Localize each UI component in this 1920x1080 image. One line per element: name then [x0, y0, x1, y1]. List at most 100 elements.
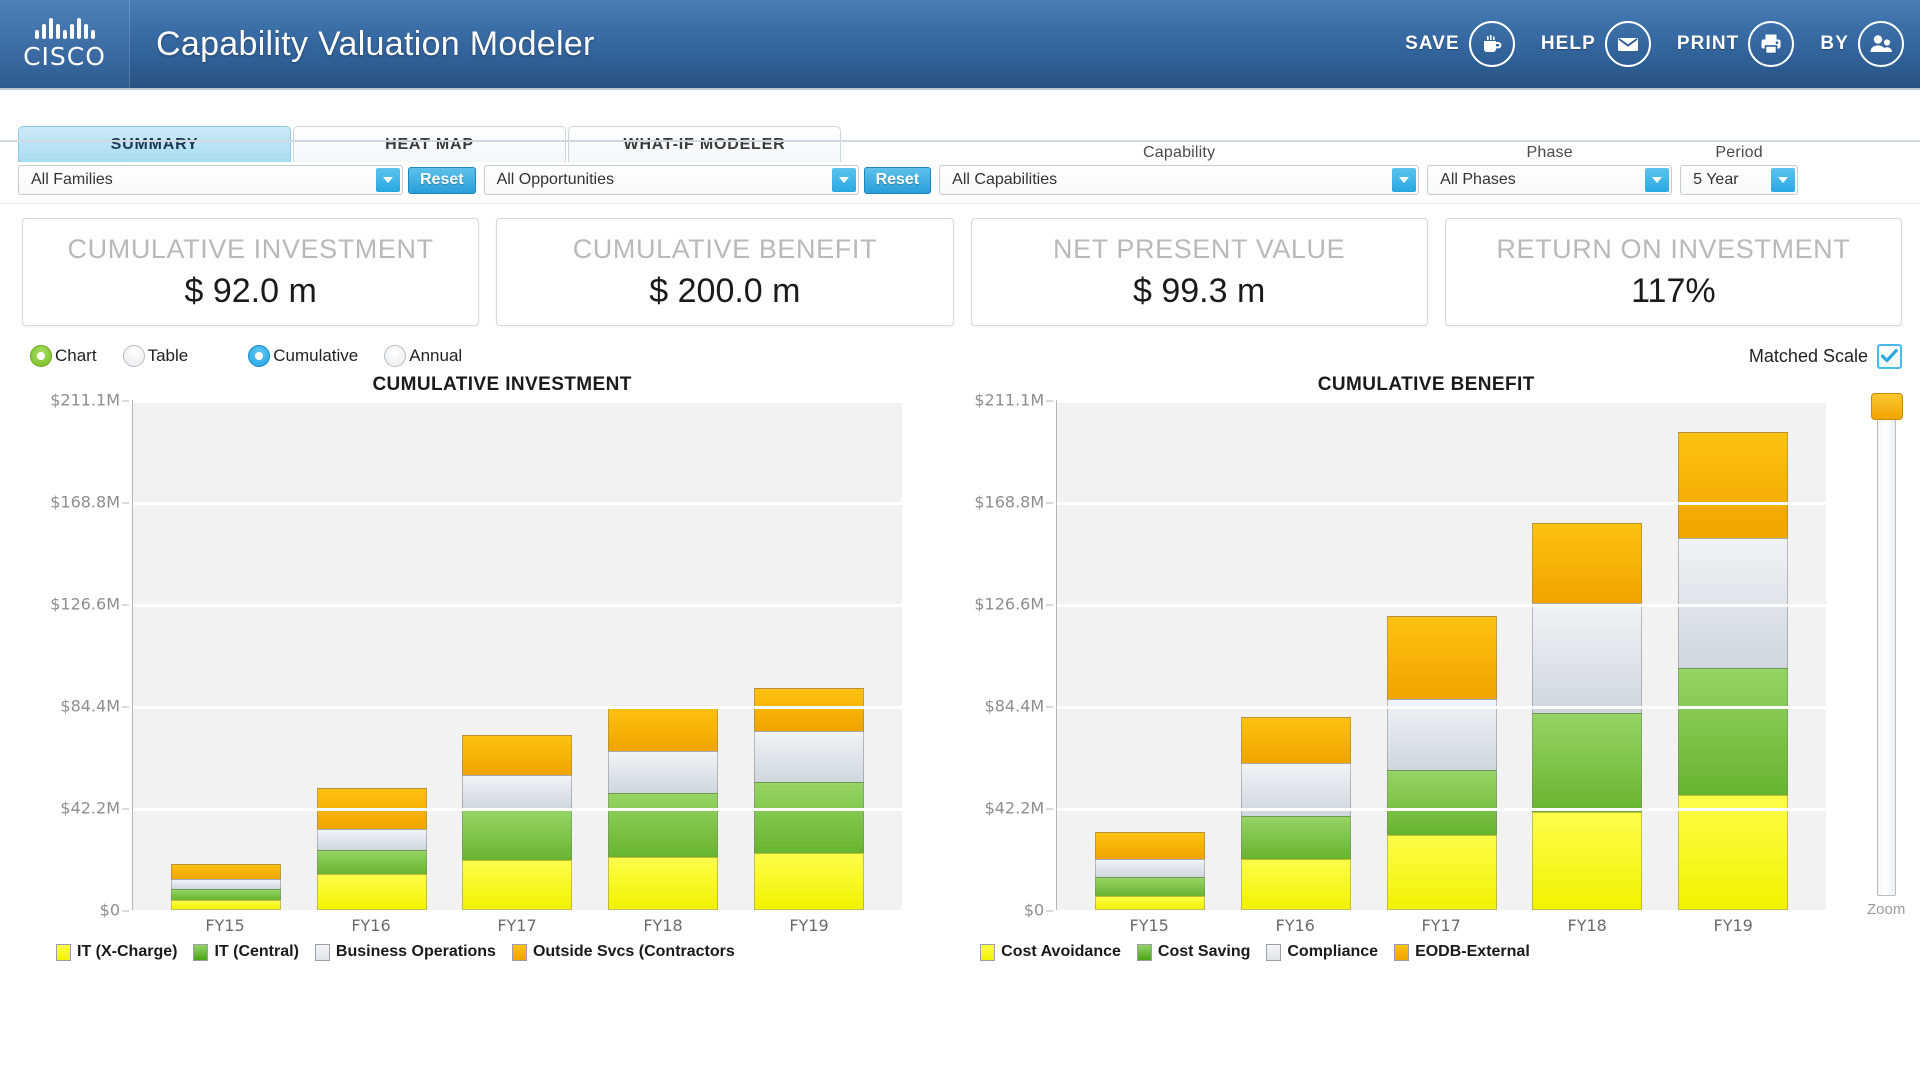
x-axis-tick: FY15 — [1129, 916, 1169, 935]
legend-item[interactable]: Cost Saving — [1136, 943, 1250, 961]
radio-annual-indicator[interactable] — [384, 345, 407, 367]
bar-segment[interactable] — [1095, 859, 1206, 878]
opportunity-select[interactable]: All Opportunities — [483, 165, 859, 195]
radio-cumulative-indicator[interactable] — [248, 345, 271, 367]
bar-column[interactable] — [1240, 716, 1351, 910]
bar-column[interactable] — [170, 864, 281, 910]
print-button[interactable]: PRINT — [1677, 21, 1795, 67]
bar-segment[interactable] — [316, 829, 427, 850]
bar-segment[interactable] — [1532, 812, 1643, 910]
bar-segment[interactable] — [1240, 815, 1351, 860]
radio-chart-indicator[interactable] — [30, 345, 52, 367]
bar-segment[interactable] — [1532, 603, 1643, 714]
chevron-down-icon[interactable] — [376, 168, 400, 192]
bar-segment[interactable] — [1095, 895, 1206, 910]
chevron-down-icon[interactable] — [1771, 168, 1796, 192]
legend-item[interactable]: IT (X-Charge) — [56, 943, 177, 961]
bar-segment[interactable] — [462, 774, 573, 810]
header-brand: CISCO Capability Valuation Modeler — [0, 0, 595, 88]
legend-item[interactable]: Business Operations — [314, 943, 496, 961]
legend-item[interactable]: Outside Svcs (Contractors — [511, 943, 735, 961]
legend-label: IT (X-Charge) — [77, 943, 178, 960]
zoom-slider-thumb[interactable] — [1870, 393, 1903, 420]
bar-segment[interactable] — [316, 849, 427, 874]
bar-segment[interactable] — [1386, 835, 1497, 910]
legend-swatch — [1394, 943, 1410, 961]
bar-segment[interactable] — [170, 889, 281, 901]
bar-segment[interactable] — [608, 707, 719, 751]
bar-segment[interactable] — [608, 792, 719, 857]
radio-table-indicator[interactable] — [122, 345, 145, 367]
legend-item[interactable]: Cost Avoidance — [980, 943, 1121, 961]
zoom-slider-control[interactable]: Zoom — [1858, 374, 1914, 961]
bar-segment[interactable] — [1095, 877, 1206, 896]
bar-segment[interactable] — [1678, 431, 1789, 538]
bar-segment[interactable] — [1386, 616, 1497, 699]
kpi-title: NET PRESENT VALUE — [1052, 233, 1346, 264]
matched-scale-control[interactable]: Matched Scale — [1749, 343, 1902, 369]
bar-segment[interactable] — [1240, 716, 1351, 763]
bar-segment[interactable] — [170, 878, 281, 890]
radio-chart[interactable]: Chart — [30, 345, 97, 367]
kpi-value: 117% — [1631, 271, 1716, 310]
bar-segment[interactable] — [1532, 523, 1643, 604]
save-button[interactable]: SAVE — [1405, 21, 1515, 67]
bar-segment[interactable] — [1678, 668, 1789, 796]
tab-heat-map[interactable]: HEAT MAP — [293, 126, 566, 162]
bar-column[interactable] — [1532, 523, 1643, 910]
bar-segment[interactable] — [608, 750, 719, 793]
bar-segment[interactable] — [170, 900, 281, 910]
by-user-button[interactable]: BY — [1820, 21, 1904, 67]
radio-cumulative[interactable]: Cumulative — [248, 345, 358, 367]
bar-segment[interactable] — [316, 873, 427, 910]
bar-column[interactable] — [316, 788, 427, 910]
x-axis-tick: FY16 — [1275, 916, 1315, 935]
bar-segment[interactable] — [170, 864, 281, 879]
charts-area: CUMULATIVE INVESTMENT $211.1M $168.8M $126… — [0, 374, 1920, 961]
bar-column[interactable] — [754, 687, 865, 910]
matched-scale-checkbox[interactable] — [1877, 343, 1902, 369]
bar-segment[interactable] — [608, 856, 719, 910]
radio-annual[interactable]: Annual — [384, 345, 462, 367]
bar-column[interactable] — [1095, 831, 1206, 910]
bar-segment[interactable] — [1095, 831, 1206, 860]
bar-segment[interactable] — [1240, 859, 1351, 910]
bar-column[interactable] — [462, 734, 573, 910]
phase-select-value: All Phases — [1440, 171, 1516, 188]
chevron-down-icon[interactable] — [1645, 168, 1670, 192]
legend-item[interactable]: IT (Central) — [193, 943, 299, 961]
opportunity-reset-button[interactable]: Reset — [863, 166, 932, 194]
bar-segment[interactable] — [1678, 795, 1789, 910]
legend-item[interactable]: EODB-External — [1394, 943, 1530, 961]
legend-item[interactable]: Compliance — [1266, 943, 1378, 961]
zoom-slider-label: Zoom — [1867, 901, 1906, 918]
bar-segment[interactable] — [1532, 713, 1643, 813]
family-select[interactable]: All Families — [18, 165, 403, 195]
x-axis-left: FY15 FY16 FY17 FY18 FY19 — [132, 910, 902, 935]
tab-what-if-modeler[interactable]: WHAT-IF MODELER — [568, 126, 841, 162]
bar-segment[interactable] — [754, 781, 865, 854]
bar-segment[interactable] — [462, 809, 573, 861]
zoom-slider-track[interactable] — [1870, 393, 1903, 896]
bar-column[interactable] — [1386, 616, 1497, 910]
bar-segment[interactable] — [754, 731, 865, 782]
phase-select[interactable]: All Phases — [1427, 165, 1673, 195]
bar-segment[interactable] — [1386, 698, 1497, 770]
period-select[interactable]: 5 Year — [1680, 165, 1799, 195]
bar-segment[interactable] — [754, 687, 865, 732]
tab-summary[interactable]: SUMMARY — [18, 126, 291, 162]
help-button[interactable]: HELP — [1541, 21, 1651, 67]
family-reset-button[interactable]: Reset — [408, 166, 476, 194]
radio-annual-label: Annual — [409, 346, 463, 365]
chevron-down-icon[interactable] — [831, 168, 856, 192]
bar-segment[interactable] — [1386, 769, 1497, 836]
radio-table[interactable]: Table — [122, 345, 188, 367]
legend-swatch — [511, 943, 527, 961]
bar-segment[interactable] — [754, 853, 865, 910]
capability-select[interactable]: All Capabilities — [939, 165, 1420, 195]
kpi-value: $ 92.0 m — [184, 271, 317, 310]
y-axis-tick: $126.6M — [50, 594, 129, 614]
bar-segment[interactable] — [462, 860, 573, 910]
chevron-down-icon[interactable] — [1392, 168, 1417, 192]
bar-segment[interactable] — [462, 734, 573, 775]
